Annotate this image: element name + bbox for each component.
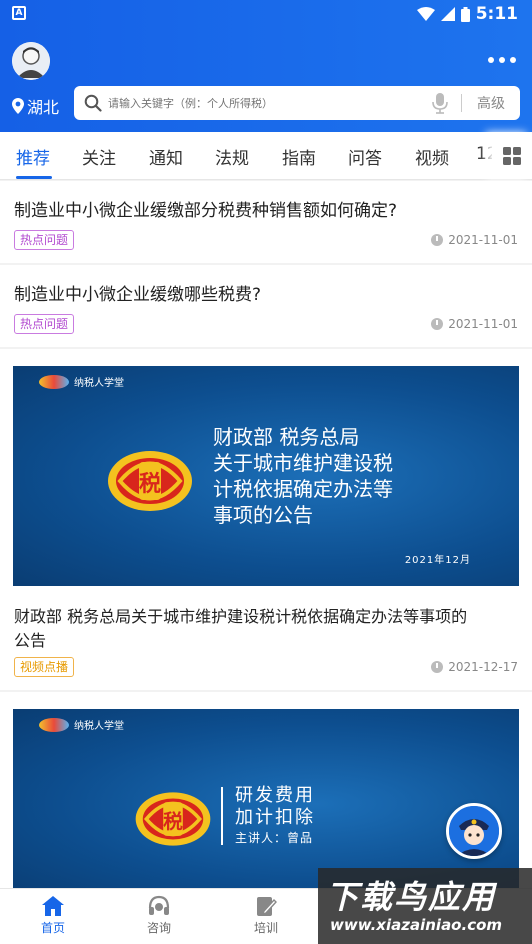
banner-line: 事项的公告 xyxy=(213,503,313,527)
video-tag: 视频点播 xyxy=(14,657,75,677)
status-icons: 5:11 xyxy=(416,4,518,24)
watermark: 下载鸟应用 www.xiazainiao.com xyxy=(318,868,532,944)
article-title: 财政部 税务总局关于城市维护建设税计税依据确定办法等事项的 公告 xyxy=(14,605,520,653)
banner-brand: 纳税人学堂 xyxy=(39,717,124,732)
clock-time: 5:11 xyxy=(475,4,518,24)
user-avatar-icon xyxy=(12,42,50,80)
svg-text:税: 税 xyxy=(139,471,161,497)
brand-logo-icon xyxy=(39,374,69,389)
list-item[interactable]: 制造业中小微企业缓缴哪些税费? 热点问题 2021-11-01 xyxy=(0,265,532,347)
brand-logo-icon xyxy=(39,717,69,732)
tab-recommend[interactable]: 推荐 xyxy=(16,144,50,169)
status-bar: A 5:11 xyxy=(0,0,532,30)
app-screen: A 5:11 湖北 请输入关键字（例：个人所得税） 高级 推荐 关注 通知 法规… xyxy=(0,0,532,944)
watermark-main: 下载鸟应用 xyxy=(326,878,497,916)
banner-headline: 研发费用 加计扣除 主讲人：曾品 xyxy=(235,785,315,847)
nav-label: 咨询 xyxy=(146,921,171,935)
video-list-item[interactable]: 纳税人学堂 税 研发费用 加计扣除 主讲人：曾品 xyxy=(0,692,532,899)
tab-qa[interactable]: 问答 xyxy=(348,144,382,169)
assistant-button[interactable] xyxy=(446,803,502,859)
banner-date: 2021年12月 xyxy=(404,555,471,566)
tab-grid-button[interactable] xyxy=(492,132,532,179)
date-text: 2021-11-01 xyxy=(448,233,518,247)
location-pin-icon xyxy=(12,98,24,114)
nav-home[interactable]: 首页 xyxy=(23,895,83,936)
header: A 5:11 湖北 请输入关键字（例：个人所得税） 高级 xyxy=(0,0,532,132)
tab-notice[interactable]: 通知 xyxy=(149,144,183,169)
title-line: 财政部 税务总局关于城市维护建设税计税依据确定办法等事项的 xyxy=(14,607,468,626)
more-dot-icon xyxy=(499,57,505,63)
date-text: 2021-12-17 xyxy=(448,660,518,674)
brand-text: 纳税人学堂 xyxy=(74,378,124,389)
app-notification-icon: A xyxy=(12,6,26,20)
tax-emblem-icon: 税 xyxy=(108,451,192,511)
avatar[interactable] xyxy=(12,42,50,80)
clock-icon xyxy=(431,318,444,330)
home-icon xyxy=(42,896,64,916)
banner-line: 财政部 税务总局 xyxy=(213,425,360,449)
signal-icon xyxy=(440,7,455,21)
banner-line: 研发费用 xyxy=(235,785,315,806)
nav-training[interactable]: 培训 xyxy=(236,895,296,936)
more-dot-icon xyxy=(510,57,516,63)
brand-text: 纳税人学堂 xyxy=(74,721,124,732)
video-list-item[interactable]: 纳税人学堂 税 财政部 税务总局 关于城市维护建设税 计税依据确定办法等 事项的… xyxy=(0,349,532,690)
advanced-search-button[interactable]: 高级 xyxy=(462,93,520,113)
hot-topic-tag: 热点问题 xyxy=(14,230,75,250)
article-date: 2021-12-17 xyxy=(431,660,518,674)
banner-divider xyxy=(221,787,223,845)
battery-icon xyxy=(460,6,470,22)
tax-emblem-icon: 税 xyxy=(135,792,211,846)
nav-label: 培训 xyxy=(253,921,278,935)
article-title: 制造业中小微企业缓缴部分税费种销售额如何确定? xyxy=(14,201,398,221)
banner-headline: 财政部 税务总局 关于城市维护建设税 计税依据确定办法等 事项的公告 xyxy=(213,424,393,528)
tab-regulations[interactable]: 法规 xyxy=(215,144,249,169)
microphone-icon[interactable] xyxy=(431,92,449,114)
nav-label: 首页 xyxy=(40,921,65,935)
article-date: 2021-11-01 xyxy=(431,317,518,331)
article-title: 制造业中小微企业缓缴哪些税费? xyxy=(14,285,262,305)
nav-consult[interactable]: 咨询 xyxy=(129,895,189,936)
tab-video[interactable]: 视频 xyxy=(415,144,449,169)
banner-line: 计税依据确定办法等 xyxy=(213,477,393,501)
wifi-icon xyxy=(416,7,435,21)
tax-officer-avatar-icon xyxy=(449,806,499,856)
category-tabs: 推荐 关注 通知 法规 指南 问答 视频 12 xyxy=(0,132,532,180)
search-icon xyxy=(84,94,102,112)
active-tab-indicator xyxy=(16,176,52,179)
tab-follow[interactable]: 关注 xyxy=(82,144,116,169)
headset-icon xyxy=(148,895,170,915)
more-menu-button[interactable] xyxy=(488,50,516,70)
hot-topic-tag: 热点问题 xyxy=(14,314,75,334)
clock-icon xyxy=(431,661,444,673)
list-item[interactable]: 制造业中小微企业缓缴部分税费种销售额如何确定? 热点问题 2021-11-01 xyxy=(0,181,532,263)
location-selector[interactable]: 湖北 xyxy=(12,94,59,118)
search-input[interactable] xyxy=(108,96,431,110)
more-dot-icon xyxy=(488,57,494,63)
watermark-url: www.xiazainiao.com xyxy=(330,916,503,934)
clock-icon xyxy=(431,234,444,246)
banner-brand: 纳税人学堂 xyxy=(39,374,124,389)
edit-icon xyxy=(257,897,277,916)
article-date: 2021-11-01 xyxy=(431,233,518,247)
search-bar[interactable]: 高级 xyxy=(74,86,520,120)
date-text: 2021-11-01 xyxy=(448,317,518,331)
svg-text:税: 税 xyxy=(163,810,183,833)
video-thumbnail[interactable]: 纳税人学堂 税 财政部 税务总局 关于城市维护建设税 计税依据确定办法等 事项的… xyxy=(13,366,519,586)
location-label: 湖北 xyxy=(27,98,60,117)
banner-line: 关于城市维护建设税 xyxy=(213,451,393,475)
title-line: 公告 xyxy=(14,631,47,650)
banner-line: 加计扣除 xyxy=(235,807,315,828)
tab-guide[interactable]: 指南 xyxy=(282,144,316,169)
banner-speaker: 主讲人：曾品 xyxy=(235,831,314,845)
grid-icon xyxy=(503,146,521,165)
